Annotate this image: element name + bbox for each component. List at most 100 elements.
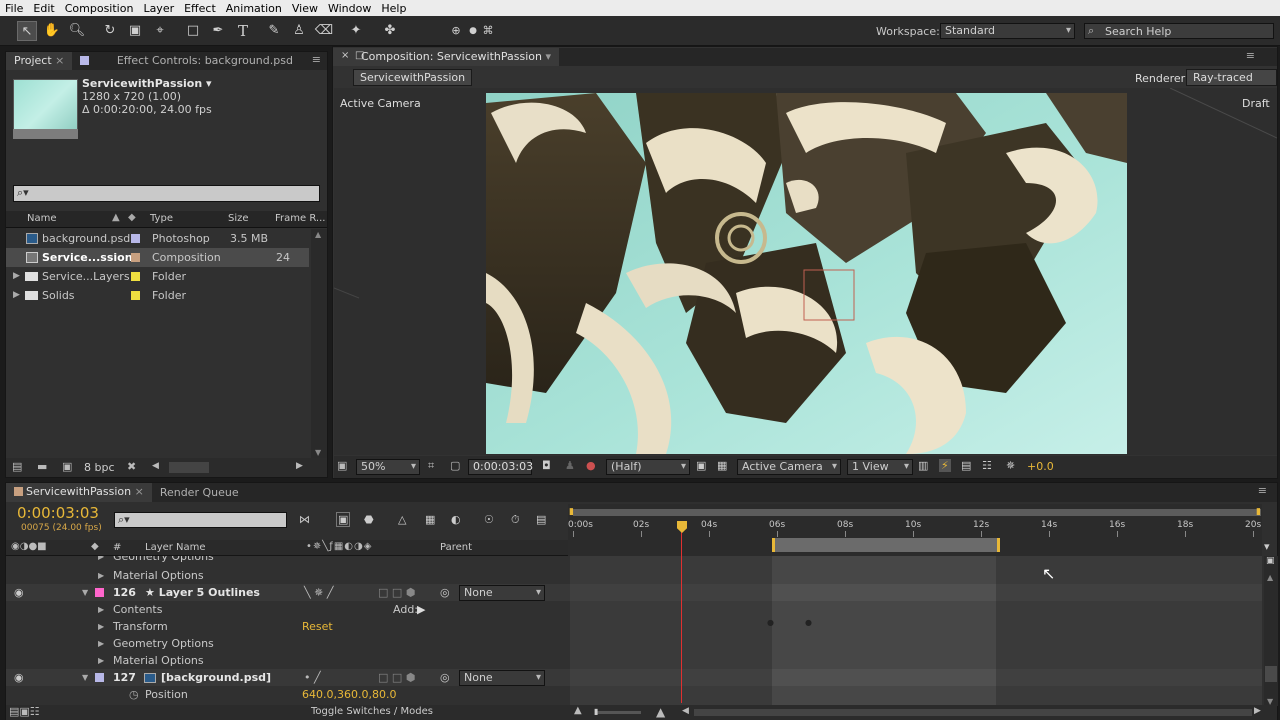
region-of-interest-icon[interactable]: ▣ bbox=[696, 459, 706, 472]
pan-behind-tool-icon[interactable]: ⌖ bbox=[150, 21, 170, 41]
close-icon[interactable]: × bbox=[55, 54, 64, 67]
collapse-arrow-icon[interactable]: ▼ bbox=[82, 584, 88, 601]
rotate-tool-icon[interactable]: ↻ bbox=[100, 21, 120, 41]
project-item-row[interactable]: ▶ Service...Layers Folder bbox=[6, 267, 309, 286]
expand-arrow-icon[interactable]: ▶ bbox=[13, 267, 20, 286]
col-frame-rate[interactable]: Frame R... bbox=[275, 213, 325, 224]
track-layer-126-bar[interactable] bbox=[772, 584, 996, 601]
scroll-down-icon[interactable]: ▼ bbox=[315, 448, 321, 457]
graph-editor-icon[interactable]: ▤ bbox=[536, 513, 546, 526]
flowchart-icon[interactable]: ☷ bbox=[982, 459, 992, 472]
col-layer-name[interactable]: Layer Name bbox=[145, 542, 206, 553]
track-layer-127-bar[interactable] bbox=[772, 669, 996, 686]
resolution-dropdown[interactable]: (Half) bbox=[606, 459, 690, 475]
zoom-in-icon[interactable]: ▲ bbox=[656, 705, 665, 719]
position-value[interactable]: 640.0,360.0,80.0 bbox=[302, 686, 396, 703]
layer-name[interactable]: ★ Layer 5 Outlines bbox=[145, 584, 260, 601]
tab-effect-controls[interactable]: Effect Controls: background.psd bbox=[72, 52, 301, 70]
camera-tool-icon[interactable]: ▣ bbox=[125, 21, 145, 41]
keyframe-icon[interactable]: ● bbox=[805, 618, 812, 627]
comp-flow-button[interactable]: ServicewithPassion bbox=[353, 69, 473, 86]
expand-arrow-icon[interactable]: ▶ bbox=[98, 618, 104, 635]
eraser-tool-icon[interactable]: ⌫ bbox=[314, 21, 334, 41]
work-area-nav-bar[interactable] bbox=[573, 509, 1261, 516]
property-row[interactable]: ▶ Contents Add: ▶ bbox=[6, 601, 573, 618]
menu-edit[interactable]: Edit bbox=[28, 2, 59, 15]
zoom-slider-thumb[interactable]: ▮ bbox=[594, 707, 598, 716]
tab-timeline-comp[interactable]: ServicewithPassion × bbox=[6, 483, 152, 502]
timeline-current-time[interactable]: 0:00:03:03 bbox=[17, 504, 99, 522]
pen-tool-icon[interactable]: ✒ bbox=[208, 21, 228, 41]
snapshot-camera-icon[interactable]: ◘ bbox=[542, 459, 551, 472]
puppet-tool-icon[interactable]: ✤ bbox=[380, 21, 400, 41]
work-area-bar[interactable] bbox=[772, 538, 1000, 552]
panel-menu-icon[interactable]: ≡ bbox=[1258, 484, 1267, 497]
tab-composition[interactable]: Composition: ServicewithPassion ▾ bbox=[333, 48, 560, 66]
zoom-out-icon[interactable]: ▲ bbox=[574, 705, 582, 716]
nav-end-handle[interactable]: ▮ bbox=[1256, 507, 1261, 517]
search-help-field[interactable]: ⌕ Search Help bbox=[1084, 23, 1274, 39]
menu-animation[interactable]: Animation bbox=[221, 2, 287, 15]
pick-whip-icon[interactable]: ◎ bbox=[440, 669, 450, 686]
interpret-footage-icon[interactable]: ▤ bbox=[12, 460, 22, 473]
tab-render-queue[interactable]: Render Queue bbox=[152, 484, 247, 502]
comp-mini-flowchart-icon[interactable]: ⋈ bbox=[299, 513, 310, 526]
scroll-left-icon[interactable]: ◀ bbox=[152, 461, 159, 471]
toggle-switches-modes-button[interactable]: Toggle Switches / Modes bbox=[311, 706, 433, 717]
timeline-horizontal-scroll[interactable] bbox=[694, 709, 1252, 716]
bit-depth-button[interactable]: 8 bpc bbox=[84, 461, 115, 474]
project-item-row[interactable]: background.psd Photoshop 3.5 MB bbox=[6, 229, 309, 248]
property-row[interactable]: ▶ Geometry Options bbox=[6, 635, 573, 652]
comp-name[interactable]: ServicewithPassion ▾ bbox=[82, 77, 212, 90]
menu-window[interactable]: Window bbox=[323, 2, 376, 15]
comp-button-icon[interactable]: ▾ bbox=[1264, 540, 1270, 553]
property-row[interactable]: ▶ Material Options bbox=[6, 567, 573, 584]
scroll-thumb[interactable] bbox=[1265, 666, 1277, 682]
add-menu-icon[interactable]: ▶ bbox=[417, 601, 425, 618]
graph-icon[interactable]: ▣ bbox=[1266, 556, 1275, 566]
live-update-icon[interactable]: ▣ bbox=[336, 512, 351, 527]
col-parent[interactable]: Parent bbox=[440, 542, 472, 553]
timeline-search-input[interactable]: ⌕▾ bbox=[114, 512, 287, 528]
rectangle-tool-icon[interactable]: □ bbox=[183, 21, 203, 41]
current-time-indicator[interactable] bbox=[681, 523, 682, 703]
roto-brush-tool-icon[interactable]: ✦ bbox=[346, 21, 366, 41]
col-type[interactable]: Type bbox=[150, 213, 173, 224]
exposure-value[interactable]: +0.0 bbox=[1027, 460, 1054, 473]
layer-switches[interactable]: • ╱ bbox=[304, 669, 321, 686]
hand-tool-icon[interactable]: ✋ bbox=[42, 21, 62, 41]
horizontal-scroll-thumb[interactable] bbox=[169, 462, 209, 473]
draft-3d-icon[interactable]: ⬣ bbox=[364, 513, 374, 526]
renderer-button[interactable]: Ray-traced 3D bbox=[1186, 69, 1277, 99]
view-layout-dropdown[interactable]: 1 View bbox=[847, 459, 913, 475]
pick-whip-icon[interactable]: ◎ bbox=[440, 584, 450, 601]
project-item-row[interactable]: Service...ssion Composition 24 bbox=[6, 248, 309, 267]
time-ruler[interactable]: ▮ ▮ 0:00s 02s 04s 06s 08s 10s 12s 14s 16s 18s 20s bbox=[568, 504, 1262, 556]
track-area[interactable]: ● ● ↖ bbox=[570, 556, 1262, 706]
menu-composition[interactable]: Composition bbox=[60, 2, 139, 15]
keyframe-icon[interactable]: ● bbox=[767, 618, 774, 627]
new-composition-icon[interactable]: ▣ bbox=[62, 460, 72, 473]
comp-viewer[interactable]: Active Camera Draft bbox=[334, 88, 1277, 455]
channel-rgb-icon[interactable]: ● bbox=[586, 459, 596, 472]
clone-stamp-tool-icon[interactable]: ♙ bbox=[289, 21, 309, 41]
menu-layer[interactable]: Layer bbox=[138, 2, 179, 15]
scroll-up-icon[interactable]: ▲ bbox=[1267, 573, 1273, 582]
col-number[interactable]: # bbox=[113, 542, 121, 553]
layer-switch-boxes[interactable]: □ □ ⬢ bbox=[378, 669, 415, 686]
safe-margins-icon[interactable]: ⌗ bbox=[428, 459, 434, 473]
transform-reset-link[interactable]: Reset bbox=[302, 618, 333, 635]
brush-tool-icon[interactable]: ✎ bbox=[264, 21, 284, 41]
nav-start-handle[interactable]: ▮ bbox=[569, 507, 574, 517]
menu-file[interactable]: File bbox=[0, 2, 28, 15]
timeline-scrollbar[interactable]: ▣ ▲ ▼ bbox=[1264, 556, 1278, 706]
project-item-row[interactable]: ▶ Solids Folder bbox=[6, 286, 309, 305]
stopwatch-icon[interactable]: ◷ bbox=[129, 686, 139, 703]
always-preview-icon[interactable]: ▣ bbox=[337, 459, 347, 472]
workspace-dropdown[interactable]: Standard bbox=[940, 23, 1075, 39]
trash-icon[interactable]: ✖ bbox=[127, 460, 136, 473]
parent-dropdown[interactable]: None bbox=[459, 670, 545, 686]
current-time-field[interactable]: 0:00:03:03 bbox=[468, 459, 533, 475]
property-row[interactable]: ▶ Transform Reset bbox=[6, 618, 573, 635]
eye-icon[interactable]: ◉ bbox=[14, 669, 24, 686]
